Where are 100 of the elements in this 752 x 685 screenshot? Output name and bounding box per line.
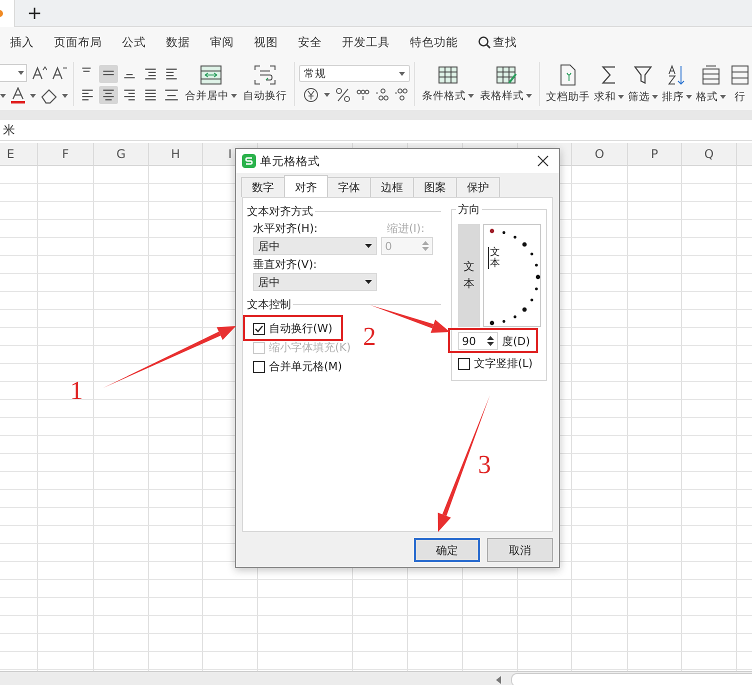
caret-icon [18,71,24,75]
caret-icon[interactable] [324,93,330,97]
merge-cells-icon [200,65,222,85]
horizontal-align-label: 水平对齐(H): [253,221,319,236]
close-icon[interactable] [537,155,549,167]
ribbon-button[interactable]: 格式 [694,58,728,110]
eraser-icon[interactable] [40,88,58,104]
vertical-text-button[interactable]: 文本 [458,224,480,327]
checkbox[interactable] [253,322,265,334]
caret-icon [365,280,372,284]
percent-icon[interactable] [335,87,352,103]
thousands-separator-icon[interactable] [356,87,370,103]
dialog-title: 单元格格式 [260,154,320,168]
spinner-arrows-icon [422,240,429,252]
checkbox-label: 合并单元格(M) [269,359,342,374]
menu-tab[interactable]: 数据 [166,35,190,50]
formula-bar-text: 米 [3,122,15,138]
ribbon-button[interactable]: 筛选 [626,58,660,110]
indent-label: 缩进(I): [387,221,426,236]
vertical-align-label: 垂直对齐(V): [253,257,318,272]
new-tab-button[interactable]: + [27,2,42,24]
step-number: 1 [70,378,83,404]
horizontal-align-dropdown[interactable]: 居中 [253,237,377,255]
caret-icon [399,72,406,76]
column-header[interactable]: Q [704,147,714,161]
ribbon-button[interactable]: 排序 [660,58,694,110]
format-icon [700,64,721,86]
caret-icon [686,95,692,99]
step-number: 2 [363,324,376,350]
table-grid-icon [437,65,459,85]
degrees-spinner[interactable]: 90 [458,332,498,350]
orientation-dial[interactable]: 文本 [483,224,541,327]
menu-tab[interactable]: 特色功能 [410,35,458,50]
menu-tab[interactable]: 安全 [298,35,322,50]
menu-tab[interactable]: 审阅 [210,35,234,50]
menu-tab[interactable]: 页面布局 [54,35,102,50]
font-shrink-icon[interactable] [51,65,67,81]
checkbox-label: 自动换行(W) [269,321,332,336]
horizontal-scrollbar[interactable] [511,673,752,685]
font-size-field[interactable] [0,64,27,82]
caret-icon [468,94,474,98]
group-title: 方向 [456,202,482,217]
cancel-button[interactable]: 取消 [487,538,553,562]
checkbox[interactable] [253,360,265,372]
ribbon-button[interactable]: 文档助手 [544,58,592,110]
font-color-icon[interactable] [10,87,26,104]
checkbox[interactable] [458,358,470,370]
ribbon-button[interactable]: 行 [728,58,752,110]
decrease-decimal-icon[interactable] [394,87,408,103]
scroll-left-icon[interactable] [495,676,503,684]
vertical-align-dropdown[interactable]: 居中 [253,273,377,291]
rows-columns-icon [730,64,750,86]
checkbox-label: 文字竖排(L) [474,356,533,371]
currency-icon[interactable] [303,87,320,103]
caret-icon[interactable] [0,94,6,98]
table-grid-icon [495,65,517,85]
caret-icon [652,95,658,99]
checkbox-label: 缩小字体填充(K) [269,340,351,355]
wrap-text-icon [254,65,276,85]
dialog-tab[interactable]: 对齐 [284,175,328,197]
menu-tab[interactable]: 视图 [254,35,278,50]
font-grow-icon[interactable] [31,65,47,81]
ribbon-button[interactable]: 条件格式 [419,58,477,110]
search-icon [478,36,491,49]
search-menu-item[interactable]: 查找 [478,35,517,50]
dialog-tab[interactable]: 保护 [456,177,500,197]
group-title: 文本控制 [247,297,291,312]
step-number: 3 [478,452,491,478]
dialog-tab[interactable]: 数字 [241,177,285,197]
ok-button[interactable]: 确定 [414,538,480,562]
alignment-icon[interactable] [99,64,118,82]
menu-tab[interactable]: 插入 [10,35,34,50]
column-header[interactable]: E [6,147,14,161]
ribbon-button[interactable]: 合并居中 [182,58,240,110]
menu-tab[interactable]: 开发工具 [342,35,390,50]
sort-icon [666,64,687,86]
caret-icon[interactable] [30,94,36,98]
number-format-dropdown[interactable]: 常规 [299,65,410,82]
column-header[interactable]: O [594,147,604,161]
caret-icon [618,95,624,99]
increase-decimal-icon[interactable] [375,87,390,103]
ribbon-button[interactable]: 自动换行 [240,58,290,110]
group-title: 文本对齐方式 [247,204,313,219]
degrees-label: 度(D) [502,334,530,348]
column-header[interactable]: G [116,147,126,161]
column-header[interactable]: F [62,147,69,161]
document-icon [558,64,578,86]
caret-icon[interactable] [62,94,68,98]
menu-tab[interactable]: 公式 [122,35,146,50]
column-header[interactable]: P [650,147,658,161]
caret-icon [526,94,532,98]
spinner-arrows-icon [487,335,494,347]
column-header[interactable]: H [170,147,180,161]
caret-icon [720,95,726,99]
ribbon-button[interactable]: 求和 [592,58,626,110]
ribbon-button[interactable]: 表格样式 [477,58,535,110]
column-header[interactable]: I [228,147,232,161]
caret-icon [365,244,372,248]
alignment-icon[interactable] [99,86,118,104]
caret-icon [231,94,238,98]
